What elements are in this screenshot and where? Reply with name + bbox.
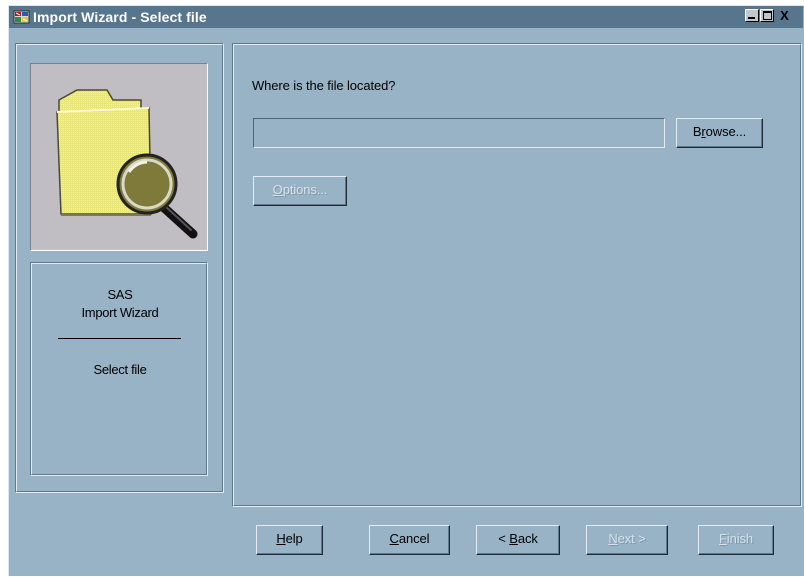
wizard-name: SAS Import Wizard xyxy=(81,287,159,320)
maximize-button[interactable] xyxy=(760,9,774,22)
help-button[interactable]: Help xyxy=(256,525,323,555)
divider xyxy=(58,338,181,339)
title-bar[interactable]: Import Wizard - Select file X xyxy=(9,6,803,28)
options-label: ptions... xyxy=(282,182,328,197)
help-label: elp xyxy=(285,531,303,546)
finish-label: inish xyxy=(726,531,754,546)
cancel-label: ancel xyxy=(398,531,430,546)
back-mnemonic: B xyxy=(509,531,518,546)
cancel-button[interactable]: Cancel xyxy=(369,525,450,555)
wizard-info-panel: SAS Import Wizard Select file xyxy=(30,262,208,476)
finish-mnemonic: F xyxy=(718,531,727,546)
back-arrow: < xyxy=(498,531,510,546)
back-label: ack xyxy=(517,531,538,546)
sas-app-icon xyxy=(13,10,30,24)
file-location-prompt: Where is the file located? xyxy=(252,78,396,93)
file-path-input[interactable] xyxy=(253,118,665,148)
current-step-label: Select file xyxy=(93,362,147,377)
browse-label-end: owse... xyxy=(705,124,747,139)
close-button[interactable]: X xyxy=(776,9,793,22)
finish-button[interactable]: Finish xyxy=(698,525,774,555)
cancel-mnemonic: C xyxy=(389,531,399,546)
next-button[interactable]: Next > xyxy=(586,525,668,555)
wizard-illustration xyxy=(30,63,208,251)
options-mnemonic: O xyxy=(272,182,283,197)
window-title: Import Wizard - Select file xyxy=(33,9,207,25)
back-button[interactable]: < Back xyxy=(476,525,560,555)
folder-magnifier-icon xyxy=(56,89,198,239)
browse-button[interactable]: Browse... xyxy=(676,118,763,148)
browse-mnemonic: r xyxy=(701,124,706,139)
next-label: ext > xyxy=(617,531,646,546)
minimize-button[interactable] xyxy=(745,9,759,22)
main-pane xyxy=(232,43,802,507)
options-button[interactable]: Options... xyxy=(253,176,347,206)
help-mnemonic: H xyxy=(276,531,286,546)
next-mnemonic: N xyxy=(608,531,618,546)
browse-label-start: B xyxy=(692,124,702,139)
